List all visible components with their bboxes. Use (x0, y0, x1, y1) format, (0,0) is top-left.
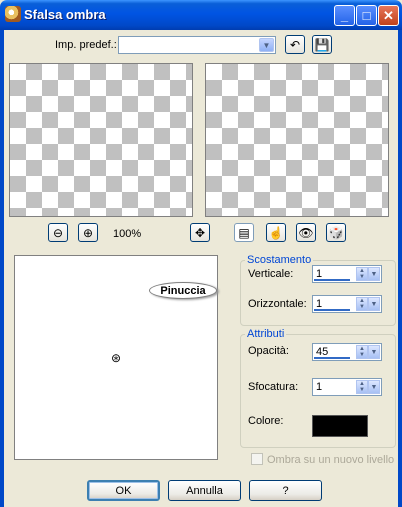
vertical-spinner[interactable]: 1 ▲ ▼ ▼ (312, 265, 382, 283)
close-icon: ✕ (383, 7, 394, 23)
save-disk-icon: 💾 (314, 37, 330, 52)
opacity-spinner[interactable]: 45 ▲ ▼ ▼ (312, 343, 382, 361)
window-frame-right (398, 30, 402, 507)
shadow-color-swatch[interactable] (312, 415, 368, 437)
auto-proof-button[interactable]: 👁 (296, 223, 316, 242)
presets-label: Imp. predef.: (55, 39, 117, 51)
dice-icon: 🎲 (328, 225, 344, 240)
zoom-in-button[interactable]: ⊕ (78, 223, 98, 242)
preview-before[interactable] (9, 63, 193, 217)
app-icon (5, 6, 21, 22)
help-button[interactable]: ? (249, 480, 322, 501)
randomize-button[interactable]: 🎲 (326, 223, 346, 242)
color-label: Colore: (248, 415, 284, 427)
zoom-out-button[interactable]: ⊖ (48, 223, 68, 242)
chevron-down-icon[interactable]: ▼ (259, 38, 274, 52)
reset-preset-button[interactable]: ↶ (285, 35, 305, 54)
up-down-arrows-icon[interactable]: ▲ ▼ (356, 267, 368, 281)
up-down-arrows-icon[interactable]: ▲ ▼ (356, 345, 368, 359)
pan-button[interactable]: ✥ (190, 223, 210, 242)
chevron-down-icon[interactable]: ▼ (368, 297, 380, 311)
maximize-icon: □ (362, 8, 371, 23)
blur-label: Sfocatura: (248, 381, 299, 393)
opacity-slider-bar[interactable] (314, 357, 350, 359)
horizontal-label: Orizzontale: (248, 298, 307, 310)
attributes-legend: Attributi (247, 328, 285, 340)
blur-value: 1 (316, 381, 323, 393)
hand-eye-icon: ☝ (268, 225, 284, 240)
new-layer-label: Ombra su un nuovo livello (267, 454, 395, 466)
save-preset-button[interactable]: 💾 (312, 35, 332, 54)
eye-icon: 👁 (298, 225, 314, 240)
presets-combo[interactable]: ▼ (118, 36, 276, 54)
zoom-level: 100% (113, 228, 142, 240)
shadow-direction-pane[interactable]: Pinuccia ⊛ (14, 255, 218, 460)
chevron-down-icon[interactable]: ▼ (368, 380, 380, 394)
window-title: Sfalsa ombra (24, 7, 106, 22)
proof-button[interactable]: ☝ (266, 223, 286, 242)
image-thumbnail-label: Pinuccia (149, 282, 217, 299)
vertical-label: Verticale: (248, 268, 294, 280)
blur-spinner[interactable]: 1 ▲ ▼ ▼ (312, 378, 382, 396)
minimize-icon: _ (340, 8, 349, 23)
ok-button[interactable]: OK (87, 480, 160, 501)
move-crosshair-icon: ✥ (194, 225, 206, 240)
up-down-arrows-icon[interactable]: ▲ ▼ (356, 297, 368, 311)
navigator-icon: ▤ (238, 225, 250, 240)
navigator-toggle-button[interactable]: ▤ (234, 223, 254, 242)
vertical-slider-bar[interactable] (314, 279, 350, 281)
close-button[interactable]: ✕ (378, 5, 399, 26)
up-down-arrows-icon[interactable]: ▲ ▼ (356, 380, 368, 394)
zoom-in-icon: ⊕ (82, 225, 94, 240)
opacity-label: Opacità: (248, 345, 289, 357)
shadow-handle-icon[interactable]: ⊛ (111, 351, 121, 365)
maximize-button[interactable]: □ (356, 5, 377, 26)
offset-legend: Scostamento (247, 254, 312, 266)
title-bar[interactable]: Sfalsa ombra _ □ ✕ (0, 0, 402, 30)
minimize-button[interactable]: _ (334, 5, 355, 26)
horizontal-spinner[interactable]: 1 ▲ ▼ ▼ (312, 295, 382, 313)
new-layer-checkbox[interactable] (251, 453, 263, 465)
window-frame-left (0, 30, 4, 507)
zoom-out-icon: ⊖ (52, 225, 64, 240)
cancel-button[interactable]: Annulla (168, 480, 241, 501)
preview-after (205, 63, 389, 217)
chevron-down-icon[interactable]: ▼ (368, 345, 380, 359)
undo-arrow-icon: ↶ (289, 37, 301, 52)
chevron-down-icon[interactable]: ▼ (368, 267, 380, 281)
horizontal-slider-bar[interactable] (314, 309, 350, 311)
